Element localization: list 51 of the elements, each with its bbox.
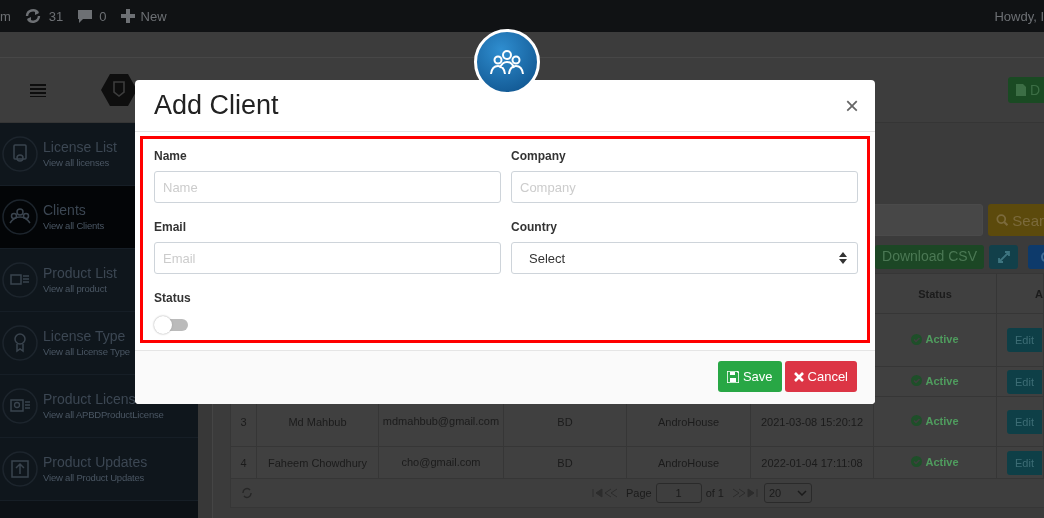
check-circle-icon — [911, 456, 923, 468]
menu-item-subtitle: View all License Type — [43, 345, 130, 359]
greeting-text[interactable]: Howdy, I — [994, 8, 1044, 24]
save-button[interactable]: Save — [717, 361, 782, 392]
chevron-down-icon — [797, 490, 807, 496]
admin-bar-link[interactable]: 31 — [48, 8, 64, 24]
x-icon — [793, 371, 804, 382]
expand-icon — [997, 251, 1010, 263]
menu-item-icon — [2, 199, 38, 235]
status-label: Active — [911, 374, 959, 387]
search-icon — [996, 213, 1009, 227]
field-label: Country — [511, 220, 557, 234]
menu-item-subtitle: View all product — [43, 282, 108, 296]
cancel-button[interactable]: Cancel — [784, 361, 857, 392]
country-select[interactable]: Select — [511, 242, 858, 274]
check-circle-icon — [911, 415, 923, 427]
check-circle-icon — [911, 375, 923, 387]
sort-arrows-icon — [839, 252, 847, 264]
status-label: Active — [911, 414, 959, 427]
status-label: Active — [911, 455, 959, 468]
menu-item-icon — [2, 262, 38, 298]
expand-button[interactable] — [989, 245, 1018, 269]
reload-icon[interactable] — [241, 487, 253, 499]
status-toggle[interactable] — [154, 316, 188, 334]
people-icon — [490, 48, 524, 76]
menu-item-title: Clients — [43, 201, 87, 219]
field-label: Status — [154, 291, 191, 305]
admin-bar-link[interactable]: m — [0, 8, 11, 24]
menu-item-subtitle: View all Clients — [43, 219, 105, 233]
check-circle-icon — [911, 333, 923, 345]
admin-bar-link[interactable]: 0 — [99, 8, 107, 24]
menu-item-icon — [2, 451, 38, 487]
menu-item-icon — [2, 325, 38, 361]
menu-item-subtitle: View all Product Updates — [43, 471, 146, 485]
field-label: Company — [511, 149, 566, 163]
menu-item-icon — [2, 388, 38, 424]
logo-icon — [101, 72, 137, 108]
comment-icon[interactable] — [77, 8, 94, 24]
refresh-button[interactable] — [1028, 245, 1044, 269]
field-label: Name — [154, 149, 187, 163]
field-label: Email — [154, 220, 186, 234]
close-button[interactable]: × — [845, 93, 859, 118]
document-icon — [1015, 84, 1026, 96]
menu-icon[interactable] — [30, 83, 46, 97]
dialog-title: Add Client — [154, 90, 279, 121]
admin-bar-link[interactable]: New — [140, 8, 167, 24]
menu-item-subtitle: View all APBDProductLicense — [43, 408, 164, 422]
menu-item-icon — [2, 136, 38, 172]
status-label: Active — [911, 333, 959, 346]
plus-icon[interactable] — [120, 9, 135, 23]
menu-item-subtitle: View all licenses — [43, 156, 111, 170]
